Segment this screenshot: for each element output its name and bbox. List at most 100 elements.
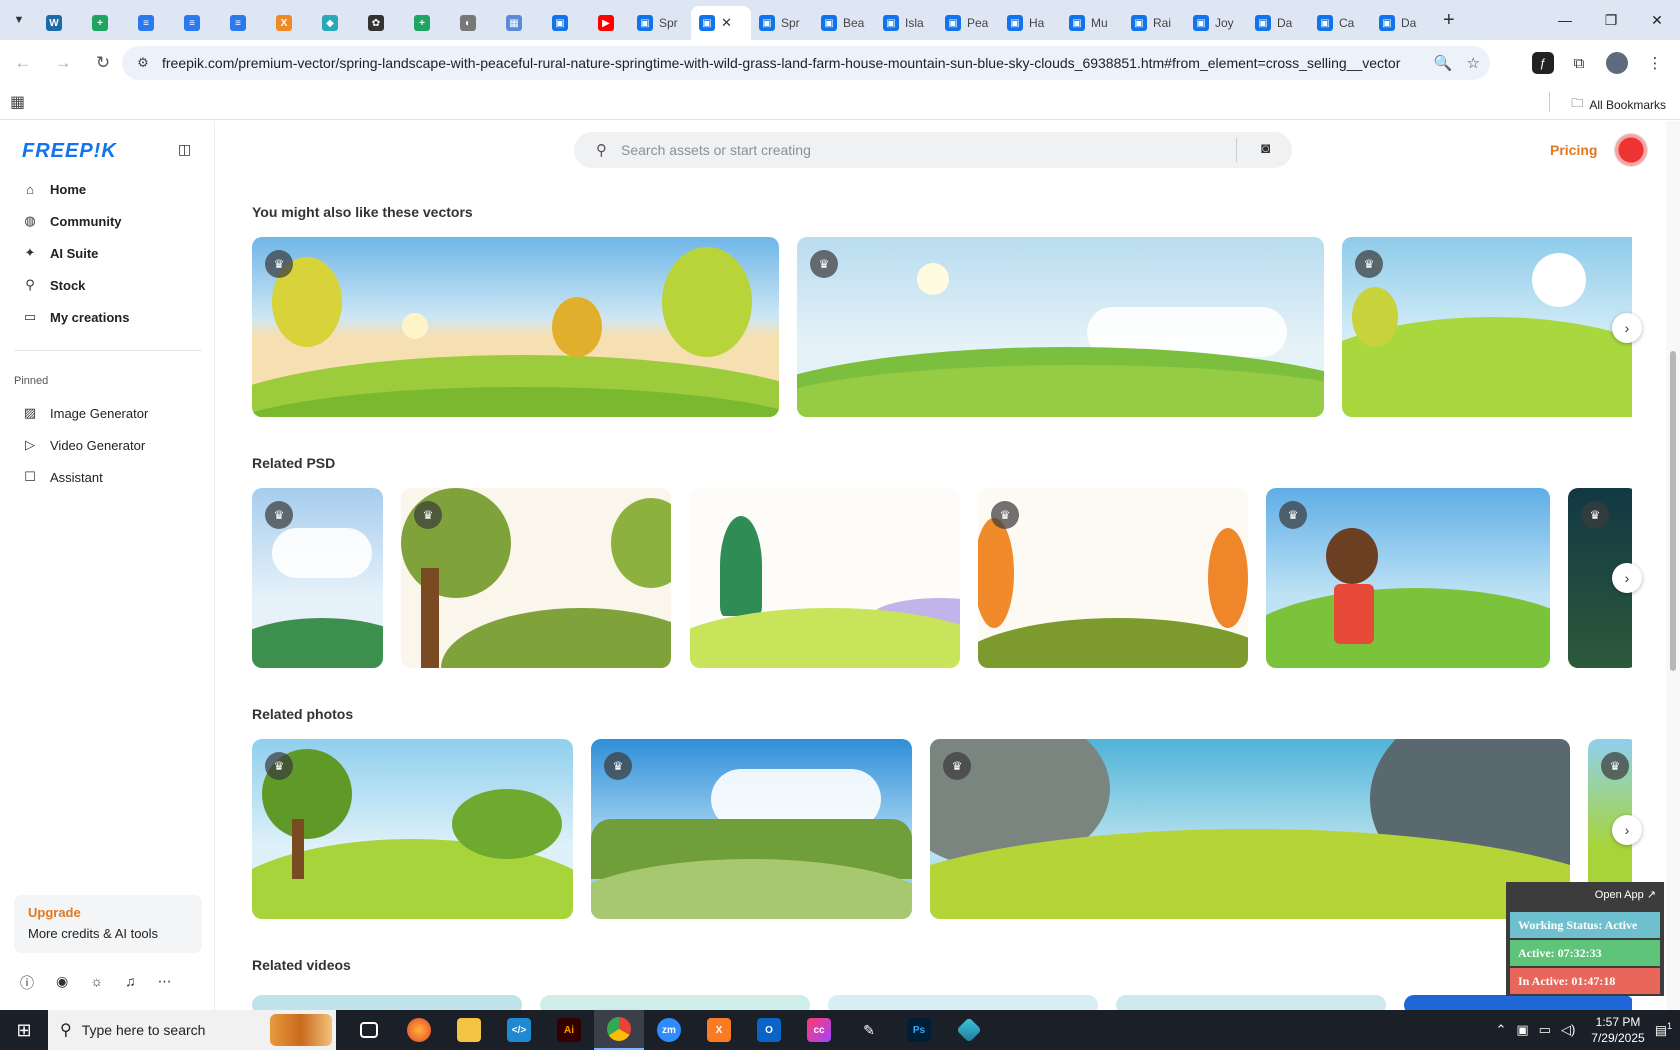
bookmark-star-icon[interactable]: ☆ [1467, 54, 1480, 72]
psd-card[interactable]: ♛ [978, 488, 1248, 668]
photoshop-icon[interactable]: Ps [894, 1010, 944, 1050]
vectors-next-chevron-icon[interactable]: › [1612, 313, 1642, 343]
browser-tab[interactable]: ◐ [445, 6, 491, 40]
nav-item-image-generator[interactable]: ▨ Image Generator [14, 397, 202, 429]
file-explorer-icon[interactable] [444, 1010, 494, 1050]
pen-tool-icon[interactable]: ✎ [844, 1010, 894, 1050]
chevron-up-icon[interactable]: ⌃ [1495, 1022, 1506, 1038]
new-tab-icon[interactable]: + [1443, 9, 1455, 32]
browser-tab[interactable]: + [77, 6, 123, 40]
apps-grid-icon[interactable]: ▦ [10, 92, 25, 112]
browser-tab[interactable]: ▣ Pea [937, 6, 999, 40]
nav-item-assistant[interactable]: ☐ Assistant [14, 461, 202, 493]
nav-item-community[interactable]: ◍ Community [14, 205, 202, 237]
browser-tab[interactable]: ▣ Joy [1185, 6, 1247, 40]
psd-card[interactable]: ♛ [252, 488, 383, 668]
browser-tab[interactable]: ▣ [537, 6, 583, 40]
photo-card[interactable]: ♛ [591, 739, 912, 919]
reload-icon[interactable]: ↻ [86, 46, 120, 80]
taskbar-search[interactable]: ⚲ Type here to search [48, 1010, 336, 1050]
nav-item-stock[interactable]: ⚲ Stock [14, 269, 202, 301]
browser-tab[interactable]: ▣ Da [1247, 6, 1309, 40]
clock[interactable]: 1:57 PM 7/29/2025 [1591, 1014, 1644, 1046]
browser-tab[interactable]: ▣ ✕ [691, 6, 751, 40]
photo-card[interactable]: ♛ [252, 739, 573, 919]
extensions-puzzle-icon[interactable]: ⧉ [1566, 50, 1592, 76]
page-scrollbar[interactable] [1666, 121, 1680, 1010]
browser-tab[interactable]: ≡ [169, 6, 215, 40]
bell-icon[interactable]: ♫ [125, 973, 136, 993]
upgrade-card[interactable]: Upgrade More credits & AI tools [14, 895, 202, 953]
browser-tab[interactable]: W [31, 6, 77, 40]
all-bookmarks[interactable]: 🗀 All Bookmarks [1571, 94, 1666, 115]
video-card[interactable] [540, 995, 810, 1010]
browser-tab[interactable]: ≡ [123, 6, 169, 40]
nav-item-video-generator[interactable]: ▷ Video Generator [14, 429, 202, 461]
photo-card[interactable]: ♛ [930, 739, 1570, 919]
psd-card[interactable]: ♛ [401, 488, 671, 668]
browser-tab[interactable]: ▣ Ca [1309, 6, 1371, 40]
outlook-icon[interactable]: O [744, 1010, 794, 1050]
video-card[interactable] [252, 995, 522, 1010]
more-icon[interactable]: ⋯ [158, 973, 172, 993]
firefox-icon[interactable] [394, 1010, 444, 1050]
close-window-icon[interactable]: ✕ [1634, 0, 1680, 40]
browser-tab[interactable]: X [261, 6, 307, 40]
vector-card[interactable]: ♛ [1342, 237, 1632, 417]
vscode-icon[interactable]: </> [494, 1010, 544, 1050]
forward-icon[interactable]: → [46, 46, 80, 80]
tab-search-icon[interactable]: ▼ [7, 8, 31, 32]
nav-item-home[interactable]: ⌂ Home [14, 173, 202, 205]
browser-tab[interactable]: ▶ [583, 6, 629, 40]
help-icon[interactable]: ⓘ [20, 973, 34, 993]
profile-avatar[interactable] [1604, 50, 1630, 76]
video-card[interactable] [1116, 995, 1386, 1010]
chrome-icon[interactable] [594, 1010, 644, 1050]
psd-card[interactable] [690, 488, 960, 668]
browser-tab[interactable]: ≡ [215, 6, 261, 40]
search-input[interactable]: Search assets or start creating [621, 142, 811, 158]
vector-card[interactable]: ♛ [797, 237, 1324, 417]
vector-card[interactable]: ♛ [252, 237, 779, 417]
illustrator-icon[interactable]: Ai [544, 1010, 594, 1050]
browser-tab[interactable]: ✿ [353, 6, 399, 40]
nav-item-my-creations[interactable]: ▭ My creations [14, 301, 202, 333]
site-info-icon[interactable]: ⚙ [128, 55, 158, 71]
camera-icon[interactable]: ◙ [1261, 140, 1270, 157]
more-menu-icon[interactable]: ⋮ [1642, 50, 1668, 76]
url-text[interactable]: freepik.com/premium-vector/spring-landsc… [162, 55, 1400, 71]
video-card[interactable] [828, 995, 1098, 1010]
theme-icon[interactable]: ☼ [90, 973, 103, 993]
browser-tab[interactable]: ▣ Bea [813, 6, 875, 40]
browser-tab[interactable]: ▦ [491, 6, 537, 40]
browser-tab[interactable]: ▣ Da [1371, 6, 1433, 40]
psd-next-chevron-icon[interactable]: › [1612, 563, 1642, 593]
user-avatar[interactable] [1614, 133, 1648, 167]
scroll-thumb[interactable] [1670, 351, 1676, 671]
address-bar[interactable]: ⚙ freepik.com/premium-vector/spring-land… [122, 46, 1490, 80]
zoom-icon[interactable]: zm [644, 1010, 694, 1050]
freepik-logo[interactable]: FREEP!K [22, 140, 117, 163]
volume-icon[interactable]: ◁) [1561, 1022, 1575, 1038]
photos-next-chevron-icon[interactable]: › [1612, 815, 1642, 845]
back-icon[interactable]: ← [6, 46, 40, 80]
app-icon[interactable] [944, 1010, 994, 1050]
restore-icon[interactable]: ❐ [1588, 0, 1634, 40]
pricing-link[interactable]: Pricing [1550, 142, 1597, 158]
psd-card[interactable]: ♛ [1266, 488, 1550, 668]
xampp-icon[interactable]: X [694, 1010, 744, 1050]
video-card[interactable] [1404, 995, 1632, 1010]
nav-item-ai-suite[interactable]: ✦ AI Suite [14, 237, 202, 269]
open-app-link[interactable]: Open App ↗ [1595, 888, 1656, 901]
creative-cloud-icon[interactable]: cc [794, 1010, 844, 1050]
browser-tab[interactable]: + [399, 6, 445, 40]
browser-tab[interactable]: ▣ Spr [751, 6, 813, 40]
task-view-icon[interactable] [344, 1010, 394, 1050]
zoom-icon[interactable]: 🔍 [1434, 54, 1453, 72]
network-icon[interactable]: ▭ [1539, 1022, 1551, 1038]
browser-tab[interactable]: ▣ Mu [1061, 6, 1123, 40]
display-icon[interactable]: ▣ [1516, 1022, 1528, 1038]
search-bar[interactable]: ⚲ Search assets or start creating ◙ [574, 132, 1292, 168]
collapse-sidebar-icon[interactable]: ◫ [178, 141, 191, 158]
browser-tab[interactable]: ▣ Spr [629, 6, 691, 40]
